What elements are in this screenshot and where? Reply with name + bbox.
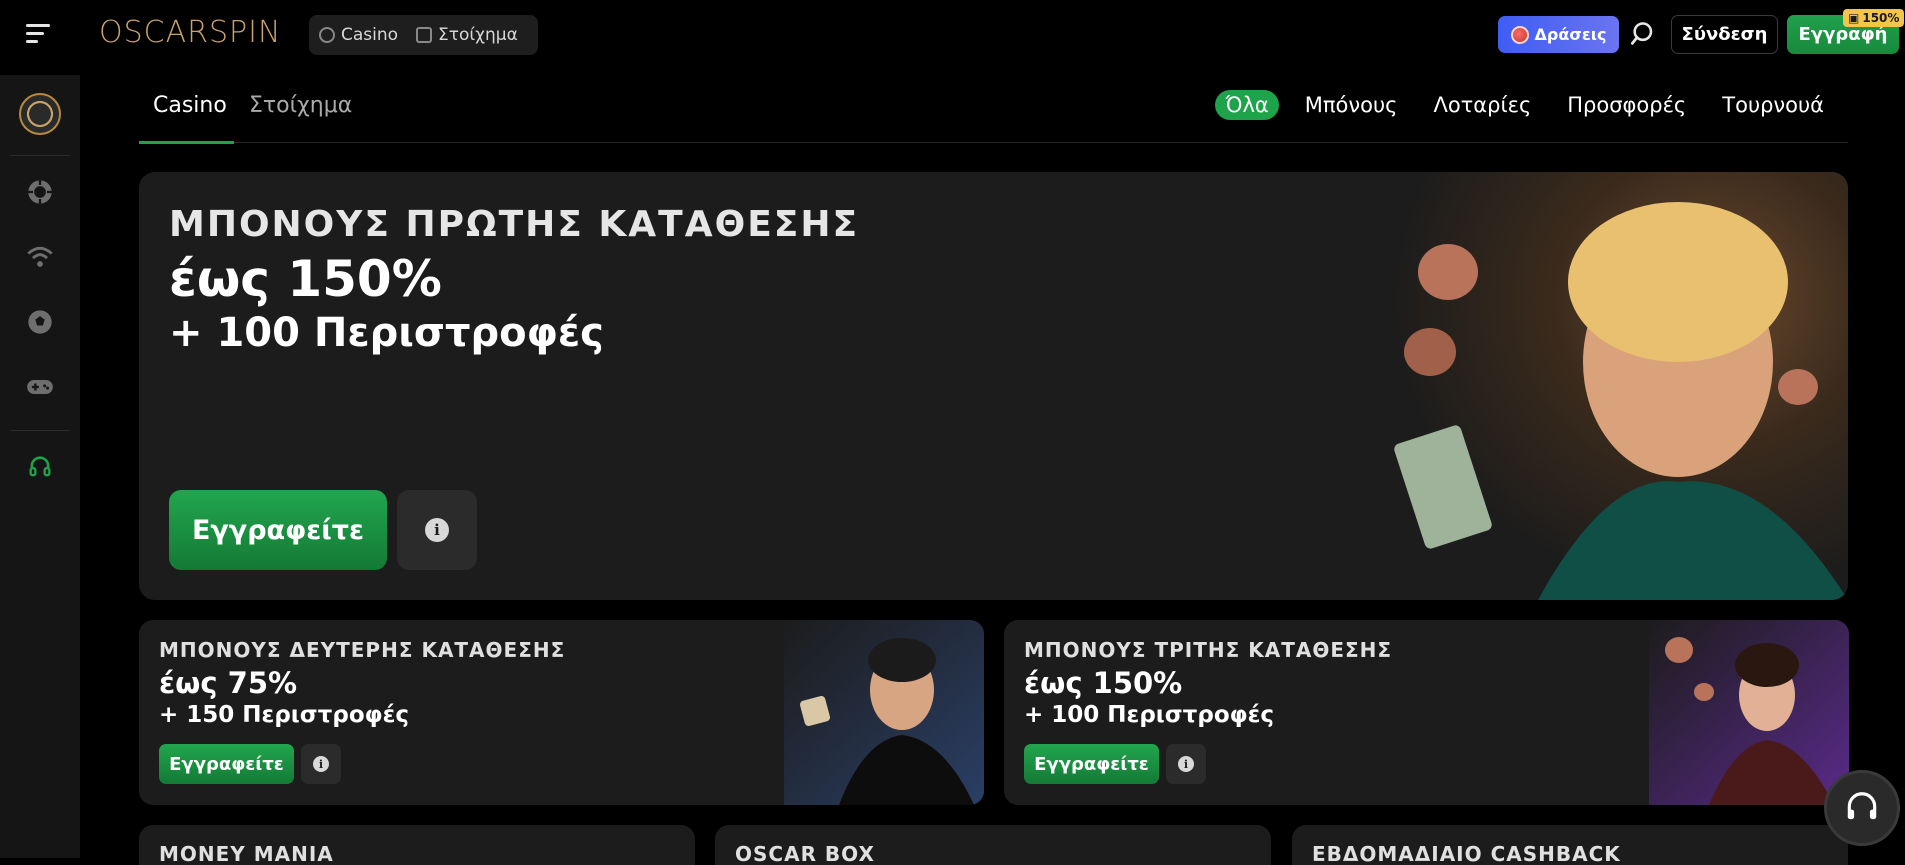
product-switch: Casino Στοίχημα (309, 15, 538, 55)
gift-icon: ▣ (1848, 11, 1860, 25)
card-spins: + 100 Περιστροφές (1024, 702, 1275, 728)
card-title: ΜΠΟΝΟΥΣ ΤΡΙΤΗΣ ΚΑΤΑΘΕΣΗΣ (1024, 638, 1393, 662)
ticket-icon (416, 27, 433, 43)
support-headset-icon[interactable] (26, 453, 54, 481)
register-badge: ▣ 150% (1843, 9, 1905, 27)
actions-icon (1510, 25, 1529, 44)
info-icon: i (425, 518, 449, 542)
card-image (1649, 620, 1849, 805)
mini-card-title: ΕΒΔΟΜΑΔΙΑΙΟ CASHBACK (1312, 842, 1621, 865)
switch-casino-label: Casino (341, 25, 399, 45)
support-chat-button[interactable] (1824, 770, 1900, 846)
bonus-card-second: ΜΠΟΝΟΥΣ ΔΕΥΤΕΡΗΣ ΚΑΤΑΘΕΣΗΣ έως 75% + 150… (139, 620, 984, 805)
hero-amount: έως 150% (169, 250, 442, 308)
card-register-button[interactable]: Εγγραφείτε (159, 744, 294, 784)
hero-register-button[interactable]: Εγγραφείτε (169, 490, 387, 570)
tab-casino[interactable]: Casino (153, 93, 227, 118)
card-amount: έως 150% (1024, 666, 1183, 700)
brand-coin-icon[interactable] (19, 93, 61, 135)
switch-bet-label: Στοίχημα (438, 25, 518, 45)
card-info-button[interactable]: i (301, 744, 341, 784)
active-tab-indicator (139, 141, 234, 144)
casino-chip-icon[interactable] (26, 178, 54, 206)
card-spins: + 150 Περιστροφές (159, 702, 410, 728)
promo-card-cashback[interactable]: ΕΒΔΟΜΑΔΙΑΙΟ CASHBACK (1292, 825, 1848, 865)
headset-icon (1847, 792, 1877, 820)
info-icon: i (313, 756, 329, 772)
filter-bonus[interactable]: Μπόνους (1295, 90, 1408, 120)
actions-button[interactable]: Δράσεις (1498, 16, 1619, 53)
tab-bet[interactable]: Στοίχημα (249, 93, 352, 118)
register-badge-label: 150% (1862, 11, 1900, 25)
card-title: ΜΠΟΝΟΥΣ ΔΕΥΤΕΡΗΣ ΚΑΤΑΘΕΣΗΣ (159, 638, 566, 662)
hero-info-button[interactable]: i (397, 490, 477, 570)
casino-chip-icon (319, 27, 335, 43)
sidebar-divider (10, 155, 70, 156)
live-signal-icon[interactable] (26, 243, 54, 271)
filter-tournaments[interactable]: Τουρνουά (1712, 90, 1834, 120)
menu-icon[interactable] (26, 24, 52, 46)
mini-card-title: MONEY MANIA (159, 842, 334, 865)
switch-casino[interactable]: Casino (319, 25, 398, 45)
mini-card-title: OSCAR BOX (735, 842, 875, 865)
hero-spins: + 100 Περιστροφές (169, 310, 604, 356)
promo-filters: Όλα Μπόνους Λοταρίες Προσφορές Τουρνουά (1215, 90, 1834, 120)
card-register-button[interactable]: Εγγραφείτε (1024, 744, 1159, 784)
logo[interactable]: OSCARSPIN (99, 15, 281, 50)
info-icon: i (1178, 756, 1194, 772)
top-bar: OSCARSPIN Casino Στοίχημα Δράσεις Σύνδεσ… (0, 0, 1905, 70)
section-tabs: Casino Στοίχημα Όλα Μπόνους Λοταρίες Προ… (139, 85, 1848, 144)
card-info-button[interactable]: i (1166, 744, 1206, 784)
sidebar-divider (10, 430, 70, 431)
bonus-card-third: ΜΠΟΝΟΥΣ ΤΡΙΤΗΣ ΚΑΤΑΘΕΣΗΣ έως 150% + 100 … (1004, 620, 1849, 805)
promo-card-money-mania[interactable]: MONEY MANIA (139, 825, 695, 865)
filter-offers[interactable]: Προσφορές (1557, 90, 1696, 120)
football-icon[interactable] (26, 308, 54, 336)
gamepad-icon[interactable] (26, 373, 54, 401)
promo-card-oscar-box[interactable]: OSCAR BOX (715, 825, 1271, 865)
login-button[interactable]: Σύνδεση (1671, 15, 1778, 54)
hero-banner: ΜΠΟΝΟΥΣ ΠΡΩΤΗΣ ΚΑΤΑΘΕΣΗΣ έως 150% + 100 … (139, 172, 1848, 600)
actions-label: Δράσεις (1534, 25, 1607, 44)
filter-all[interactable]: Όλα (1215, 90, 1279, 120)
switch-bet[interactable]: Στοίχημα (416, 25, 518, 45)
card-amount: έως 75% (159, 666, 298, 700)
card-image (784, 620, 984, 805)
sidebar (0, 75, 80, 858)
hero-image (1388, 172, 1848, 600)
search-icon[interactable] (1630, 20, 1660, 50)
hero-title: ΜΠΟΝΟΥΣ ΠΡΩΤΗΣ ΚΑΤΑΘΕΣΗΣ (169, 204, 860, 245)
filter-lottery[interactable]: Λοταρίες (1423, 90, 1541, 120)
